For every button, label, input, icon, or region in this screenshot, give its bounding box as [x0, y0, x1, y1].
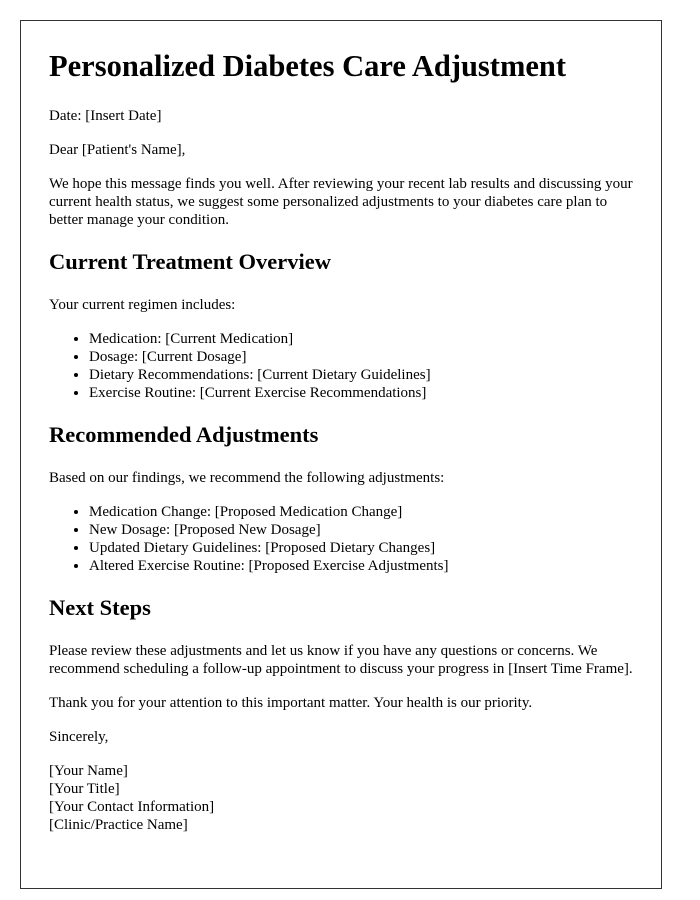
current-treatment-list: Medication: [Current Medication] Dosage:… [49, 330, 633, 402]
section-lead: Your current regimen includes: [49, 297, 236, 313]
list-item: Altered Exercise Routine: [Proposed Exer… [89, 557, 633, 575]
letter-title: Personalized Diabetes Care Adjustment [49, 49, 567, 83]
list-item: Medication Change: [Proposed Medication … [89, 503, 633, 521]
section-lead: Based on our findings, we recommend the … [49, 470, 445, 486]
section-recommended-adjustments: Recommended Adjustments Based on our fin… [49, 422, 633, 575]
section-next-steps: Next Steps Please review these adjustmen… [49, 595, 633, 712]
signature-contact: [Your Contact Information] [49, 799, 215, 815]
list-item: New Dosage: [Proposed New Dosage] [89, 521, 633, 539]
signature-name: [Your Name] [49, 763, 128, 779]
section-heading: Current Treatment Overview [49, 249, 332, 274]
date-line: Date: [Insert Date] [49, 108, 162, 124]
list-item: Medication: [Current Medication] [89, 330, 633, 348]
list-item: Exercise Routine: [Current Exercise Reco… [89, 384, 633, 402]
letter-container: Personalized Diabetes Care Adjustment Da… [20, 20, 662, 889]
signature-clinic: [Clinic/Practice Name] [49, 817, 188, 833]
intro-paragraph: We hope this message finds you well. Aft… [49, 176, 633, 228]
list-item: Updated Dietary Guidelines: [Proposed Di… [89, 539, 633, 557]
closing: Sincerely, [49, 729, 109, 745]
signature-block: [Your Name] [Your Title] [Your Contact I… [49, 762, 633, 834]
section-heading: Recommended Adjustments [49, 422, 319, 447]
section-current-treatment: Current Treatment Overview Your current … [49, 249, 633, 402]
recommended-adjustments-list: Medication Change: [Proposed Medication … [49, 503, 633, 575]
next-steps-paragraph: Please review these adjustments and let … [49, 643, 633, 677]
salutation: Dear [Patient's Name], [49, 142, 186, 158]
list-item: Dosage: [Current Dosage] [89, 348, 633, 366]
section-heading: Next Steps [49, 595, 151, 620]
list-item: Dietary Recommendations: [Current Dietar… [89, 366, 633, 384]
thank-you-paragraph: Thank you for your attention to this imp… [49, 695, 533, 711]
signature-title: [Your Title] [49, 781, 120, 797]
